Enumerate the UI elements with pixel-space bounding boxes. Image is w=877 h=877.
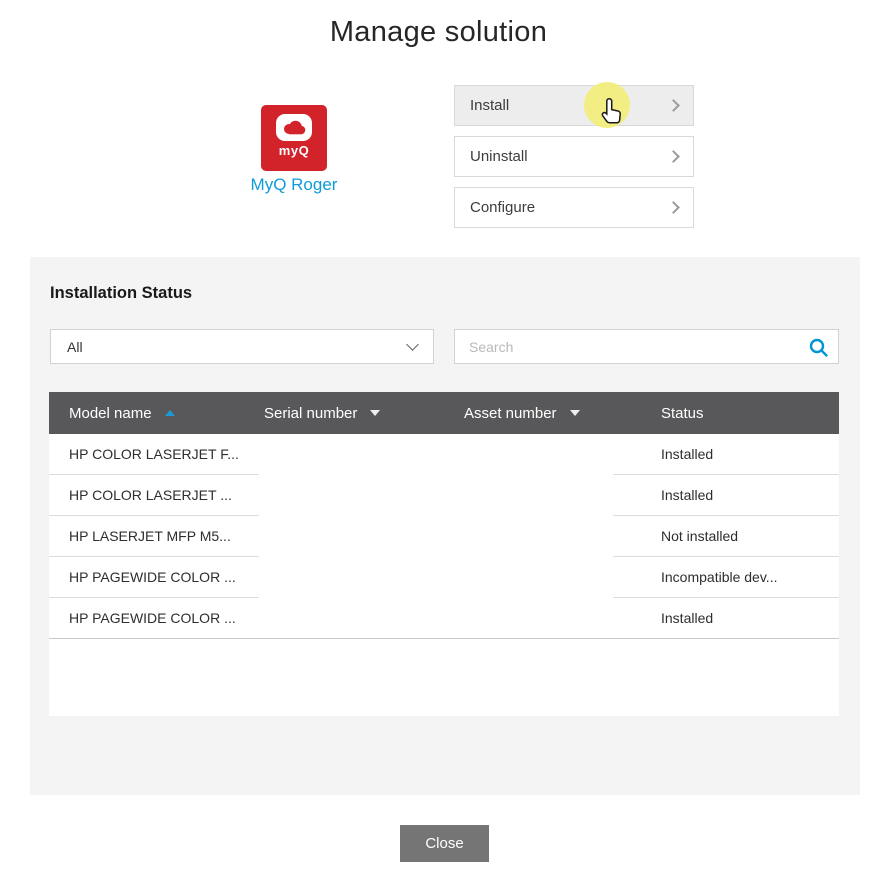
cloud-icon-svg — [280, 119, 308, 136]
install-button-label: Install — [470, 97, 509, 114]
installation-status-table: Model name Serial number Asset number St… — [49, 392, 839, 716]
table-row[interactable]: HP COLOR LASERJET F... Installed — [49, 434, 839, 475]
cell-status: Installed — [613, 598, 839, 638]
chevron-down-icon — [406, 338, 419, 351]
table-row[interactable]: HP PAGEWIDE COLOR ... Incompatible dev..… — [49, 557, 839, 598]
solution-name: MyQ Roger — [224, 175, 364, 195]
cell-model-name: HP LASERJET MFP M5... — [49, 516, 259, 557]
uninstall-button-label: Uninstall — [470, 148, 528, 165]
cell-asset-number — [459, 557, 613, 598]
column-header-status[interactable]: Status — [613, 392, 839, 434]
column-header-asset-number[interactable]: Asset number — [459, 392, 613, 434]
configure-button-label: Configure — [470, 199, 535, 216]
install-button[interactable]: Install — [454, 85, 694, 126]
sort-ascending-icon — [165, 410, 175, 416]
installation-status-panel: Installation Status All Model name Seria… — [30, 257, 860, 795]
table-body: HP COLOR LASERJET F... Installed HP COLO… — [49, 434, 839, 639]
column-label: Model name — [69, 405, 152, 422]
myq-logo: myQ — [261, 105, 327, 171]
table-row[interactable]: HP COLOR LASERJET ... Installed — [49, 475, 839, 516]
chevron-right-icon — [667, 201, 680, 214]
cell-serial-number — [259, 557, 459, 598]
cell-model-name: HP COLOR LASERJET ... — [49, 475, 259, 516]
cell-serial-number — [259, 598, 459, 638]
column-label: Asset number — [464, 405, 557, 422]
cell-status: Not installed — [613, 516, 839, 557]
close-button[interactable]: Close — [400, 825, 489, 862]
chevron-right-icon — [667, 150, 680, 163]
column-label: Serial number — [264, 405, 357, 422]
cell-model-name: HP COLOR LASERJET F... — [49, 434, 259, 475]
cell-model-name: HP PAGEWIDE COLOR ... — [49, 598, 259, 638]
configure-button[interactable]: Configure — [454, 187, 694, 228]
status-filter-dropdown[interactable]: All — [50, 329, 434, 364]
column-menu-icon — [570, 410, 580, 416]
cell-serial-number — [259, 434, 459, 475]
page-title: Manage solution — [0, 16, 877, 49]
cell-serial-number — [259, 475, 459, 516]
cell-asset-number — [459, 475, 613, 516]
table-row[interactable]: HP PAGEWIDE COLOR ... Installed — [49, 598, 839, 639]
search-input[interactable] — [455, 330, 838, 363]
column-header-serial-number[interactable]: Serial number — [259, 392, 459, 434]
panel-heading: Installation Status — [50, 284, 192, 303]
cell-status: Incompatible dev... — [613, 557, 839, 598]
status-filter-value: All — [67, 339, 83, 355]
myq-logo-text: myQ — [279, 143, 309, 158]
cell-asset-number — [459, 434, 613, 475]
uninstall-button[interactable]: Uninstall — [454, 136, 694, 177]
cell-asset-number — [459, 598, 613, 638]
table-header: Model name Serial number Asset number St… — [49, 392, 839, 434]
search-icon[interactable] — [808, 337, 829, 358]
cell-model-name: HP PAGEWIDE COLOR ... — [49, 557, 259, 598]
cloud-icon — [276, 114, 312, 141]
cell-serial-number — [259, 516, 459, 557]
search-box — [454, 329, 839, 364]
chevron-right-icon — [667, 99, 680, 112]
cell-asset-number — [459, 516, 613, 557]
manage-solution-dialog: Manage solution myQ MyQ Roger Install Un… — [0, 0, 877, 877]
cell-status: Installed — [613, 434, 839, 475]
table-row[interactable]: HP LASERJET MFP M5... Not installed — [49, 516, 839, 557]
column-header-model-name[interactable]: Model name — [49, 392, 259, 434]
column-label: Status — [661, 405, 704, 422]
column-menu-icon — [370, 410, 380, 416]
cell-status: Installed — [613, 475, 839, 516]
